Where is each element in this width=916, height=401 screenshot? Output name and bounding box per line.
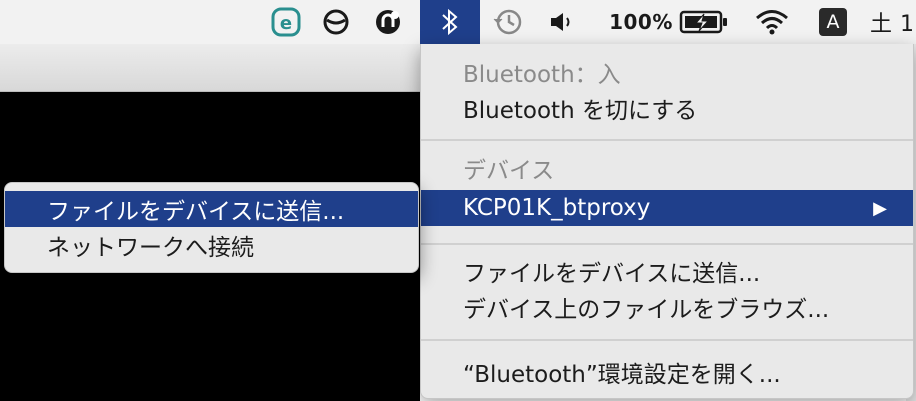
menu-separator bbox=[421, 139, 913, 141]
bluetooth-icon[interactable] bbox=[420, 0, 480, 44]
svg-text:e: e bbox=[280, 13, 292, 34]
submenu-send-file-item[interactable]: ファイルをデバイスに送信... bbox=[5, 191, 418, 227]
submenu-connect-network-item[interactable]: ネットワークへ接続 bbox=[5, 227, 418, 263]
input-source-label: A bbox=[819, 8, 847, 36]
device-item-kcp01k[interactable]: KCP01K_btproxy ▶ bbox=[421, 190, 913, 226]
device-name-label: KCP01K_btproxy bbox=[463, 195, 651, 221]
devices-header: デバイス bbox=[463, 158, 555, 184]
battery-charging-icon[interactable] bbox=[676, 0, 732, 44]
time-machine-icon[interactable] bbox=[486, 0, 530, 44]
bluetooth-status-label: Bluetooth：入 bbox=[463, 62, 621, 88]
wifi-icon[interactable] bbox=[748, 0, 796, 44]
volume-icon[interactable] bbox=[542, 0, 582, 44]
battery-percent[interactable]: 100% bbox=[606, 0, 676, 44]
magnet-icon[interactable] bbox=[368, 0, 408, 44]
bluetooth-menu: Bluetooth：入 Bluetooth を切にする デバイス KCP01K_… bbox=[420, 44, 914, 399]
menu-bar: e 100% A 土 1 bbox=[0, 0, 916, 44]
menu-separator bbox=[421, 339, 913, 341]
submenu-arrow-icon: ▶ bbox=[873, 197, 887, 219]
browse-files-item[interactable]: デバイス上のファイルをブラウズ... bbox=[421, 289, 913, 325]
open-bluetooth-preferences-item[interactable]: “Bluetooth”環境設定を開く... bbox=[421, 354, 913, 390]
background-window-titlebar bbox=[0, 44, 420, 92]
input-source-indicator[interactable]: A bbox=[816, 0, 850, 44]
device-submenu: ファイルをデバイスに送信... ネットワークへ接続 bbox=[4, 182, 419, 273]
menu-separator bbox=[421, 243, 913, 245]
eset-icon[interactable]: e bbox=[268, 0, 304, 44]
menubar-clock[interactable]: 土 1 bbox=[870, 0, 916, 44]
circle-status-icon[interactable] bbox=[318, 0, 354, 44]
send-file-item[interactable]: ファイルをデバイスに送信... bbox=[421, 253, 913, 289]
turn-bluetooth-off-item[interactable]: Bluetooth を切にする bbox=[421, 90, 913, 126]
